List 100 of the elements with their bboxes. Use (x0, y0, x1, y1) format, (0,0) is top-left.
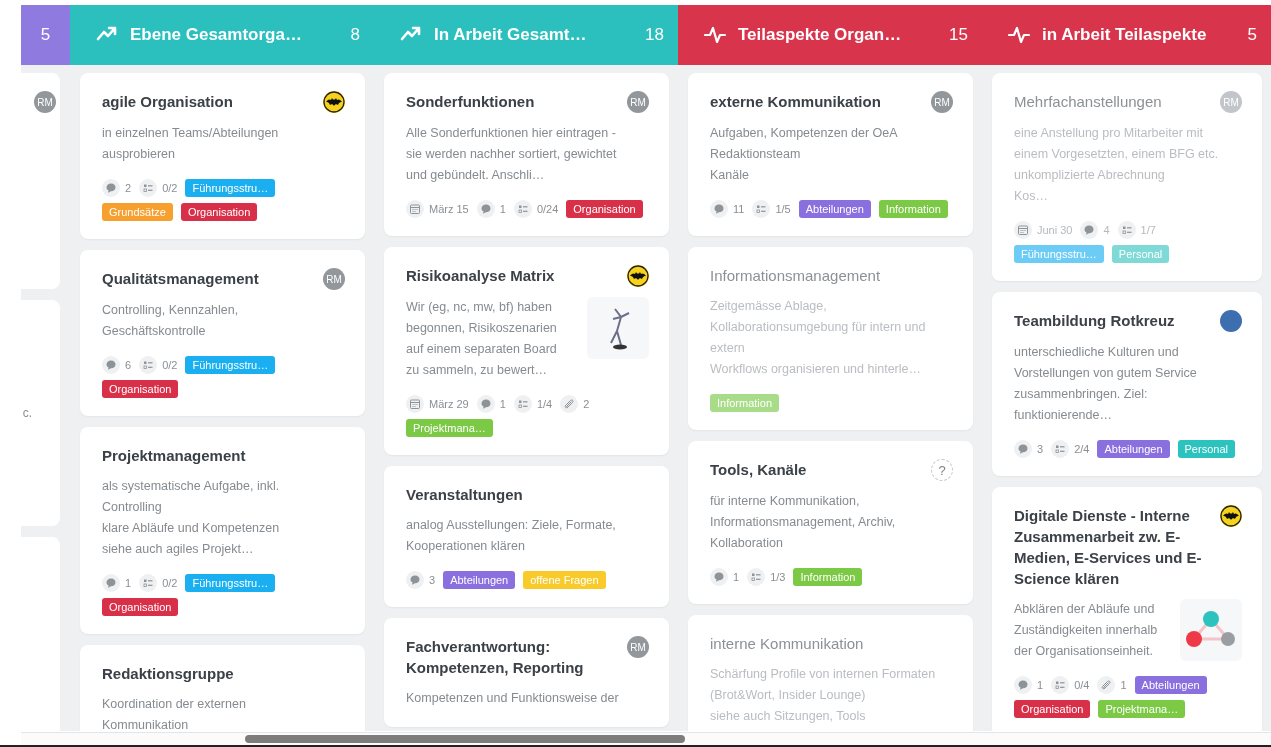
task-card[interactable]: Sonderfunktionen RM Alle Sonderfunktionen hier eintragen - sie werden nachher sortiert, gewichtet und gebündelt. Anschli… März 15 1 0/24 Organisation (384, 73, 669, 236)
card-description: Kompetenzen und Funktionsweise der (406, 690, 620, 707)
task-card[interactable]: Risikoanalyse Matrix Wir (eg, nc, mw, bf) haben begonnen, Risikoszenarien auf einem separaten Board zu sammeln, zu bewert… März 29 1 1/4 2 Projektmana… (384, 247, 669, 455)
card-title: Qualitätsmanagement (102, 269, 259, 289)
due-date: Juni 30 (1037, 224, 1073, 236)
label-tag[interactable]: Organisation (180, 203, 258, 221)
task-card[interactable]: Informationsmanagement Zeitgemässe Ablage, Kollaborationsumgebung für intern und extern Workflows organisieren und hinterle… Information (688, 247, 973, 430)
task-card[interactable]: Projektmanagement als systematische Aufgabe, inkl. Controlling klare Abläufe und Kompetenzen siehe auch agiles Projekt… 1 0/2 Führungsstru… Organisation (80, 427, 365, 634)
card-count: 15 (949, 25, 968, 45)
card-title: Tools, Kanäle (710, 460, 807, 480)
pulse-icon (704, 24, 726, 46)
checklist-icon (752, 200, 771, 218)
column-header[interactable]: Teilaspekte Organ… 15 (678, 5, 982, 65)
label-tag[interactable]: Organisation (1014, 700, 1091, 718)
comment-icon (102, 356, 120, 374)
card-count: 5 (40, 25, 51, 45)
card-title: interne Kommunikation (710, 634, 864, 654)
task-card[interactable]: c. (21, 300, 60, 526)
comment-icon (1080, 221, 1099, 239)
label-tag[interactable]: Grundsätze (102, 203, 173, 221)
label-tag[interactable]: Abteilungen (1134, 676, 1207, 694)
horizontal-scrollbar[interactable] (21, 732, 1271, 745)
task-card[interactable]: Fachverantwortung: Kompetenzen, Reporting RM Kompetenzen und Funktionsweise der (384, 618, 669, 727)
label-tag[interactable]: Abteilungen (443, 571, 516, 589)
card-title: Redaktionsgruppe (102, 664, 234, 684)
task-card[interactable]: Veranstaltungen analog Ausstellungen: Ziele, Formate, Kooperationen klären 3 Abteilungen offene Fragen (384, 466, 669, 607)
label-tag[interactable]: Information (878, 200, 948, 218)
checklist-count: 0/4 (1074, 679, 1090, 691)
label-tag[interactable]: Personal (1177, 440, 1235, 458)
column-header[interactable]: Ebene Gesamtorga… 8 (70, 5, 374, 65)
comments-count: 3 (429, 574, 436, 586)
label-tag[interactable]: Projektmana… (1098, 700, 1186, 718)
task-card[interactable]: externe Kommunikation RM Aufgaben, Kompetenzen der OeA Redaktionsteam Kanäle 11 1/5 Abteilungen Information (688, 73, 973, 236)
task-card[interactable]: Qualitätsmanagement RM Controlling, Kennzahlen, Geschäftskontrolle 6 0/2 Führungsstru… Organisation (80, 250, 365, 416)
user-avatar: RM (627, 636, 649, 658)
comment-icon (1014, 440, 1032, 458)
comment-icon (476, 395, 495, 413)
task-card[interactable]: Teambildung Rotkreuz unterschiedliche Kulturen und Vorstellungen von gutem Service zusammenbringen. Ziel: funktionierende… 3 2/4 Abteilungen Personal (992, 292, 1262, 476)
card-description: Controlling, Kennzahlen, Geschäftskontrolle (102, 302, 240, 340)
comments-count: 6 (125, 359, 132, 371)
comments-count: 1 (125, 577, 132, 589)
attachments-count: 2 (583, 398, 590, 410)
comment-icon (102, 574, 120, 592)
comments-count: 1 (499, 203, 506, 215)
column-header[interactable]: in Arbeit Teilaspekte 5 (982, 5, 1271, 65)
comment-icon (710, 568, 728, 586)
user-avatar: RM (931, 91, 953, 113)
label-tag[interactable]: Projektmana… (406, 419, 493, 437)
card-title: Fachverantwortung: Kompetenzen, Reporting (406, 637, 584, 678)
task-card[interactable]: Redaktionsgruppe Koordination der externen Kommunikation (80, 645, 365, 731)
comment-icon (710, 200, 728, 218)
task-card[interactable]: Tools, Kanäle ? für interne Kommunikation, Informationsmanagement, Archiv, Kollaboration 1 1/3 Information (688, 441, 973, 604)
due-date: März 15 (429, 203, 469, 215)
task-card[interactable]: agile Organisation in einzelnen Teams/Abteilungen ausprobieren 2 0/2 Führungsstru… Grundsätze Organisation (80, 73, 365, 239)
label-tag[interactable]: Führungsstru… (185, 356, 276, 374)
task-card[interactable] (992, 487, 1262, 731)
task-card[interactable]: interne Kommunikation Schärfung Profile von internen Formaten (Brot&Wort, Insider Lounge) siehe auch Sitzungen, Tools (688, 615, 973, 731)
scrollbar-thumb[interactable] (245, 735, 685, 743)
column-header[interactable]: 5 (21, 5, 70, 65)
column-header[interactable]: In Arbeit Gesamt… 18 (374, 5, 678, 65)
checklist-count: 1/4 (536, 398, 553, 410)
column-title: Teilaspekte Organ… (738, 25, 903, 45)
label-tag[interactable]: Führungsstru… (185, 179, 276, 197)
card-description: Wir (eg, nc, mw, bf) haben begonnen, Risikoszenarien auf einem separaten Board zu sammeln, zu bewert… (406, 299, 558, 379)
card-description: Schärfung Profile von internen Formaten (Brot&Wort, Insider Lounge) siehe auch Sitzungen, Tools (710, 666, 937, 725)
user-avatar: RM (323, 268, 345, 290)
card-title: Digitale Dienste - Interne Zusammenarbeit zw. E- Medien, E-Services und E- Science klären (1014, 506, 1202, 589)
checklist-count: 1/7 (1140, 224, 1156, 236)
card-description: Aufgaben, Kompetenzen der OeA Redaktionsteam Kanäle (710, 125, 899, 184)
label-tag[interactable]: Organisation (102, 380, 179, 398)
card-description: in einzelnen Teams/Abteilungen ausprobieren (102, 125, 280, 163)
checklist-count: 0/2 (162, 359, 178, 371)
card-title: externe Kommunikation (710, 92, 881, 112)
checklist-icon (139, 574, 158, 592)
comment-icon (476, 200, 495, 218)
comments-count: 3 (1037, 443, 1044, 455)
calendar-icon (1014, 221, 1032, 239)
checklist-count: 0/24 (536, 203, 559, 215)
task-card[interactable]: RM (21, 73, 60, 289)
label-tag[interactable]: Organisation (566, 200, 643, 218)
user-avatar: RM (34, 91, 56, 113)
comment-icon (102, 179, 120, 197)
card-description: analog Ausstellungen: Ziele, Formate, Kooperationen klären (406, 517, 617, 555)
label-tag[interactable]: Führungsstru… (185, 574, 276, 592)
due-date: März 29 (429, 398, 469, 410)
card-title: agile Organisation (102, 92, 233, 112)
checklist-icon (747, 568, 766, 586)
calendar-icon (406, 395, 424, 413)
column-title: in Arbeit Teilaspekte (1042, 25, 1208, 45)
card-description: Koordination der externen Kommunikation (102, 696, 247, 731)
label-tag[interactable]: Organisation (102, 598, 179, 616)
comments-count: 1 (499, 398, 506, 410)
label-tag[interactable]: Abteilungen (1097, 440, 1170, 458)
checklist-count: 0/2 (162, 182, 178, 194)
bat-logo-icon (1220, 505, 1242, 527)
label-tag[interactable]: Information (793, 568, 863, 586)
calendar-icon (406, 200, 424, 218)
card-description: Alle Sonderfunktionen hier eintragen - sie werden nachher sortiert, gewichtet und gebündelt. Anschli… (406, 125, 618, 184)
checklist-count: 1/3 (770, 571, 786, 583)
label-tag[interactable]: Abteilungen (798, 200, 871, 218)
